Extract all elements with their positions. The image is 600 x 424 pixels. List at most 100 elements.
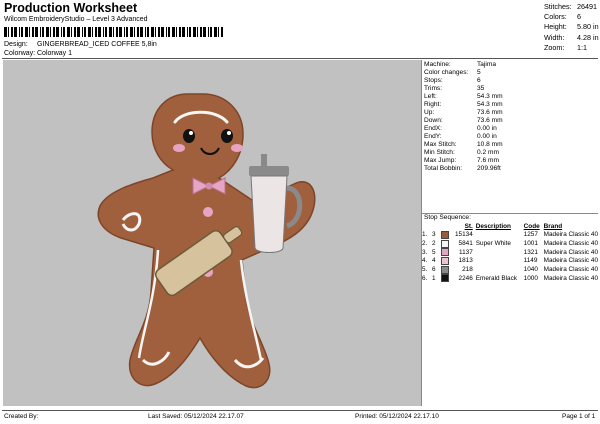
color-swatch: [440, 231, 449, 239]
color-swatch: [440, 265, 449, 274]
stop-index: 3.: [422, 248, 428, 256]
barcode: [4, 27, 223, 37]
machine-label: EndX:: [424, 125, 442, 132]
header-divider: [2, 58, 598, 59]
footer-divider: [2, 410, 598, 411]
stop-index: 5.: [422, 266, 428, 274]
software-name: Wilcom EmbroideryStudio – Level 3 Advanc…: [4, 16, 148, 23]
stat-height: Height: 5.80 in: [544, 22, 599, 32]
stop-sequence-section: Stop Sequence: St. Description Code Bran…: [422, 213, 598, 283]
stop-description: [473, 257, 524, 266]
color-swatch-cell: [440, 274, 451, 283]
colorway-value: Colorway 1: [37, 50, 73, 57]
stop-row: 4. 4 1813 1149 Madeira Classic 40: [422, 257, 598, 266]
stat-width: Width: 4.28 in: [544, 32, 599, 42]
machine-row: EndX: 0.00 in: [424, 125, 503, 133]
stop-index: 6.: [422, 274, 428, 282]
stop-description: [473, 231, 524, 240]
stop-row: 6. 1 2246 Emerald Black 1000 Madeira Classic …: [422, 274, 598, 283]
color-swatch-cell: [440, 231, 451, 240]
machine-label: Max Stitch:: [424, 141, 457, 148]
stop-code: 1000: [523, 274, 538, 282]
stop-code: 1149: [523, 257, 538, 265]
color-swatch-cell: [440, 239, 451, 249]
color-swatch: [440, 248, 449, 257]
stop-stitches: 1137: [459, 248, 473, 256]
stop-brand: Madeira Classic 40: [543, 266, 598, 274]
design-row: Design: GINGERBREAD_ICED COFFEE 5,8in: [4, 41, 157, 48]
stop-index: 4.: [422, 257, 428, 265]
stop-sequence-table: St. Description Code Brand 1. 3 15134 1257 M…: [422, 223, 598, 283]
machine-value: 10.8 mm: [477, 141, 503, 148]
machine-value: 6: [477, 77, 481, 84]
stop-description: Emerald Black: [475, 274, 517, 282]
machine-label: Down:: [424, 117, 443, 124]
machine-value: Tajima: [477, 61, 497, 68]
stop-row: 5. 6 218 1040 Madeira Classic 40: [422, 265, 598, 275]
stop-code: 1321: [523, 248, 538, 256]
right-eye: [221, 129, 233, 143]
machine-value: 54.3 mm: [477, 101, 503, 108]
stop-description: [473, 266, 524, 275]
stop-code: 1257: [523, 231, 538, 239]
stop-sequence-title: Stop Sequence:: [422, 213, 598, 222]
machine-value: 73.6 mm: [477, 109, 503, 116]
machine-row: Down: 73.6 mm: [424, 117, 503, 125]
stat-colors: Colors: 6: [544, 12, 581, 22]
right-cheek: [231, 144, 243, 152]
color-swatch: [440, 274, 449, 283]
machine-value: 209.96ft: [477, 165, 501, 172]
color-swatch-cell: [440, 248, 451, 257]
machine-label: Up:: [424, 109, 435, 116]
stop-table-header: St. Description Code Brand: [464, 223, 563, 230]
worksheet-title: Production Worksheet: [4, 1, 138, 15]
machine-row: Max Stitch: 10.8 mm: [424, 141, 503, 149]
stop-brand: Madeira Classic 40: [543, 274, 598, 282]
stop-brand: Madeira Classic 40: [543, 240, 598, 248]
design-stats: Stitches: 26491 Colors: 6 Height: 5.80 in W…: [544, 2, 599, 53]
stop-description: [473, 248, 524, 257]
stop-brand: Madeira Classic 40: [543, 248, 598, 256]
machine-value: 35: [477, 85, 485, 92]
machine-row: Stops: 6: [424, 77, 503, 85]
machine-value: 0.00 in: [477, 125, 497, 132]
machine-label: Max Jump:: [424, 157, 457, 164]
stop-stitches: 2246: [458, 274, 473, 282]
machine-label: Stops:: [424, 77, 443, 84]
stop-row: 3. 5 1137 1321 Madeira Classic 40: [422, 248, 598, 257]
machine-label: Trims:: [424, 85, 443, 92]
machine-value: 73.6 mm: [477, 117, 503, 124]
stop-brand: Madeira Classic 40: [543, 257, 598, 265]
stop-brand: Madeira Classic 40: [543, 231, 598, 239]
gingerbread-embroidery-image: [97, 93, 316, 389]
stop-stitches: 5841: [458, 240, 473, 248]
stop-code: 1040: [523, 266, 538, 274]
machine-value: 5: [477, 69, 481, 76]
stop-index: 2.: [422, 240, 428, 248]
machine-label: Right:: [424, 101, 442, 108]
machine-row: Left: 54.3 mm: [424, 93, 503, 101]
machine-row: Max Jump: 7.6 mm: [424, 157, 503, 165]
left-cheek: [173, 144, 185, 152]
stop-needle: 4: [431, 257, 436, 265]
stop-stitches: 218: [462, 266, 473, 274]
stop-index: 1.: [422, 231, 428, 239]
machine-value: 54.3 mm: [477, 93, 503, 100]
colorway-row: Colorway: Colorway 1: [4, 50, 72, 57]
design-preview: [3, 60, 422, 406]
stop-stitches: 1813: [458, 257, 473, 265]
page-number: Page 1 of 1: [562, 413, 596, 420]
stop-needle: 6: [431, 266, 436, 274]
color-swatch-cell: [440, 265, 451, 275]
machine-info-panel: Machine: Tajima Color changes: 5 Stops: 6 Trim…: [424, 61, 503, 173]
machine-row: Color changes: 5: [424, 69, 503, 77]
design-value: GINGERBREAD_ICED COFFEE 5,8in: [37, 41, 157, 48]
machine-label: Left:: [424, 93, 437, 100]
machine-label: Total Bobbin:: [424, 165, 463, 172]
stop-row: 2. 2 5841 Super White 1001 Madeira Classic 40: [422, 239, 598, 249]
stop-needle: 2: [431, 240, 436, 248]
machine-value: 7.6 mm: [477, 157, 499, 164]
machine-label: Min Stitch:: [424, 149, 455, 156]
stop-needle: 5: [431, 248, 436, 256]
created-by: Created By:: [4, 413, 39, 420]
